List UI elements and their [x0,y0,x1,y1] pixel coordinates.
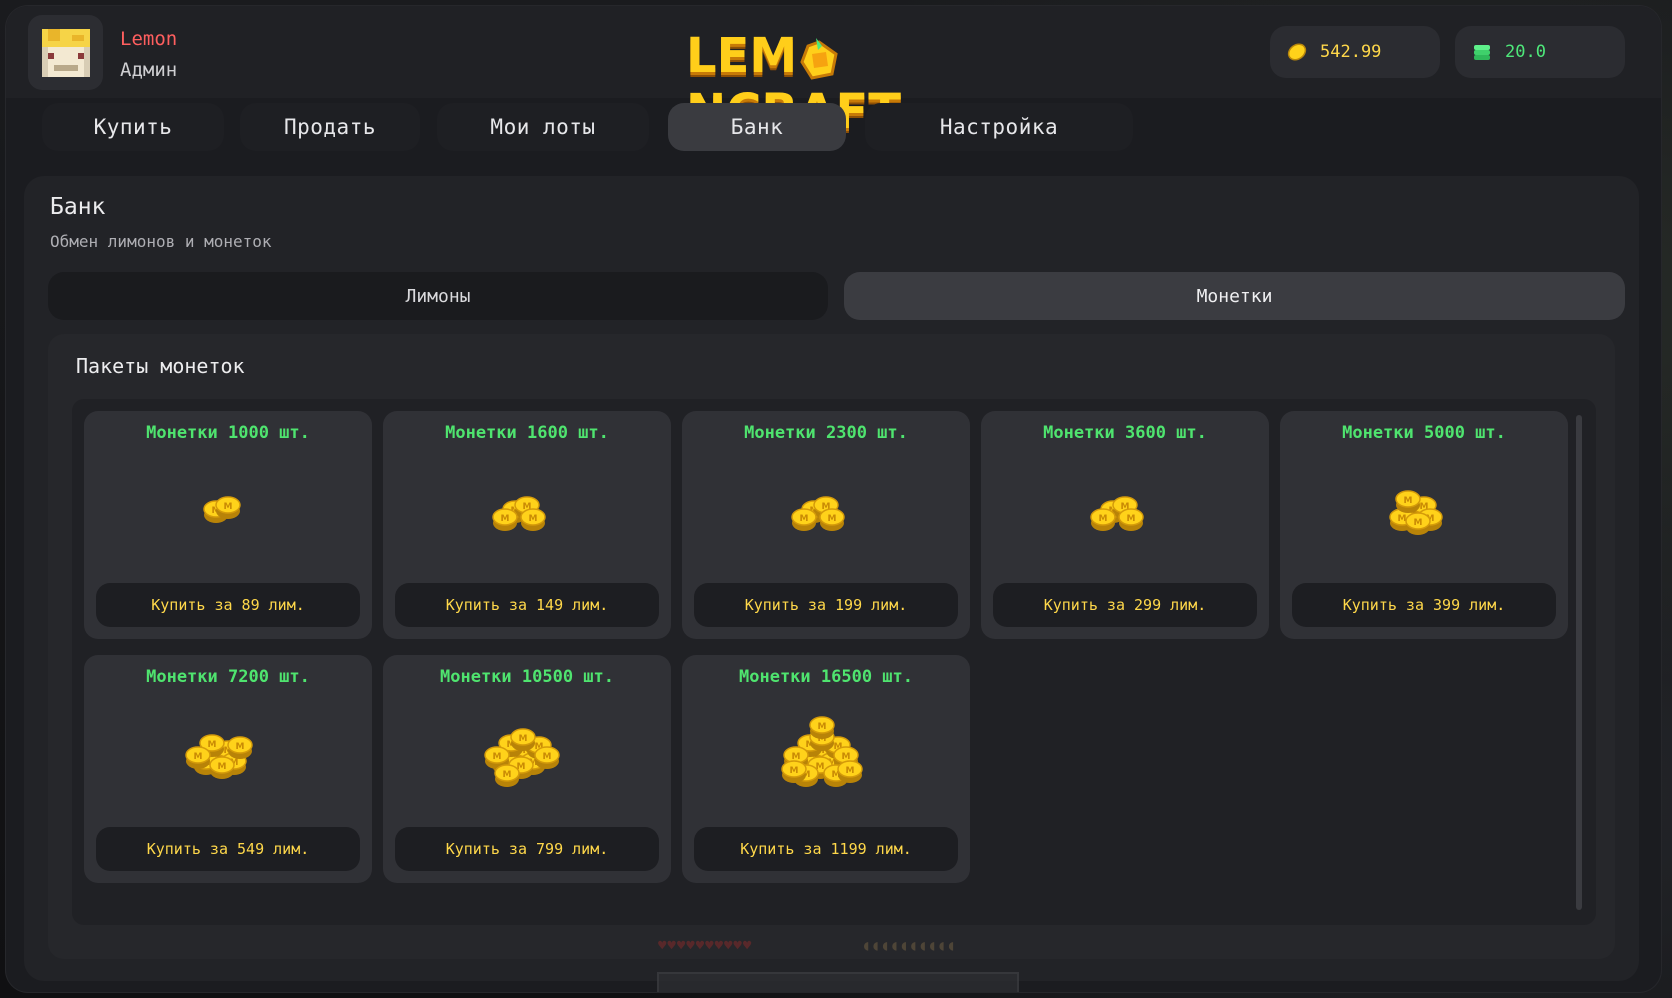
buy-button[interactable]: Купить за 149 лим. [395,583,659,627]
user-role: Админ [120,59,178,81]
svg-text:M: M [529,514,538,524]
package-card: Монетки 2300 шт.MMMMКупить за 199 лим. [682,411,970,639]
coin-balance-value: 20.0 [1505,42,1546,62]
svg-text:M: M [1414,518,1423,528]
tab-my-lots[interactable]: Мои лоты [437,103,649,151]
package-card: Монетки 5000 шт. MMMMMM Купить за 399 лим. [1280,411,1568,639]
package-card: Монетки 10500 шт. MMMMMMMMMMM Купить за 79… [383,655,671,883]
svg-text:M: M [493,752,502,762]
package-title: Монетки 3600 шт. [1043,423,1207,443]
coin-stack-large-icon: MMMMMMMMMMM [484,728,560,787]
svg-text:M: M [503,770,512,780]
tab-buy[interactable]: Купить [42,103,224,151]
svg-text:M: M [790,766,799,776]
svg-text:M: M [236,742,245,752]
logo-text-left: LEM [686,28,798,84]
package-title: Монетки 2300 шт. [744,423,908,443]
tab-settings[interactable]: Настройка [865,103,1133,151]
coin-pile-small-icon: MM [203,496,241,523]
lemon-icon [1287,43,1307,61]
game-hotbar [657,972,1019,992]
buy-button[interactable]: Купить за 799 лим. [395,827,659,871]
svg-text:M: M [501,514,510,524]
section-title: Пакеты монеток [76,354,245,378]
svg-text:M: M [846,766,855,776]
svg-text:M: M [818,722,827,732]
hud-hunger: ◖◖◖◖◖◖◖◖◖◖ [862,938,957,954]
svg-text:M: M [543,752,552,762]
package-title: Монетки 5000 шт. [1342,423,1506,443]
package-title: Монетки 1600 шт. [445,423,609,443]
coin-stack-large-icon: MMMMMMMMMMMMMMM [781,716,863,787]
hud-hearts: ♥♥♥♥♥♥♥♥♥♥ [658,938,753,954]
buy-button[interactable]: Купить за 549 лим. [96,827,360,871]
coin-packages-section: Пакеты монеток Монетки 1000 шт.MMКупить … [48,334,1615,959]
package-title: Монетки 7200 шт. [146,667,310,687]
buy-button[interactable]: Купить за 199 лим. [694,583,958,627]
svg-text:M: M [1398,514,1407,524]
coin-pile-icon: MMMM [492,496,546,531]
tab-sell[interactable]: Продать [240,103,420,151]
package-title: Монетки 16500 шт. [739,667,913,687]
coin-pile-icon: MMMM [1090,496,1144,531]
svg-text:M: M [519,734,528,744]
username: Lemon [120,28,178,50]
player-head-icon [42,29,90,77]
package-title: Монетки 10500 шт. [440,667,614,687]
buy-button[interactable]: Купить за 89 лим. [96,583,360,627]
bank-panel: Банк Обмен лимонов и монеток Лимоны Моне… [24,176,1639,981]
svg-text:M: M [800,514,809,524]
svg-text:M: M [1127,514,1136,524]
buy-button[interactable]: Купить за 399 лим. [1292,583,1556,627]
svg-text:M: M [208,740,217,750]
avatar[interactable] [28,15,103,90]
package-card: Монетки 3600 шт.MMMMКупить за 299 лим. [981,411,1269,639]
package-title: Монетки 1000 шт. [146,423,310,443]
coin-balance: 20.0 [1455,26,1625,78]
package-card: Монетки 1600 шт.MMMMКупить за 149 лим. [383,411,671,639]
coin-stack-icon [1474,45,1490,60]
coin-stack-icon: MMMMMM [1389,490,1443,535]
segment-lemons[interactable]: Лимоны [48,272,828,320]
lemon-logo-icon [800,38,838,80]
packages-grid: Монетки 1000 шт.MMКупить за 89 лим.Монет… [72,399,1596,925]
package-card: Монетки 7200 шт. MMMMMMMM Купить за 549 ли… [84,655,372,883]
bank-window: Lemon Админ LEM NCRAFT 542.99 20.0 Купит… [6,6,1661,992]
package-card: Монетки 1000 шт. MM Купить за 89 лим. [84,411,372,639]
tab-bank[interactable]: Банк [668,103,846,151]
svg-text:M: M [194,752,203,762]
svg-text:M: M [1099,514,1108,524]
lemon-balance: 542.99 [1270,26,1440,78]
top-bar: Lemon Админ LEM NCRAFT 542.99 20.0 [6,6,1661,140]
coin-stack-icon: MMMMMMMM [185,734,253,779]
segment-coins[interactable]: Монетки [844,272,1625,320]
svg-text:M: M [218,762,227,772]
svg-text:M: M [828,514,837,524]
coin-pile-icon: MMMM [791,496,845,531]
page-title: Банк [50,194,106,220]
scrollbar[interactable] [1576,415,1582,910]
package-card: Монетки 16500 шт.MMMMMMMMMMMMMMMКупить з… [682,655,970,883]
lemon-balance-value: 542.99 [1320,42,1382,62]
buy-button[interactable]: Купить за 1199 лим. [694,827,958,871]
svg-text:M: M [1404,496,1413,506]
page-subtitle: Обмен лимонов и монеток [50,232,272,251]
buy-button[interactable]: Купить за 299 лим. [993,583,1257,627]
lemoncraft-logo: LEM NCRAFT [686,28,1006,140]
svg-text:M: M [224,502,233,512]
